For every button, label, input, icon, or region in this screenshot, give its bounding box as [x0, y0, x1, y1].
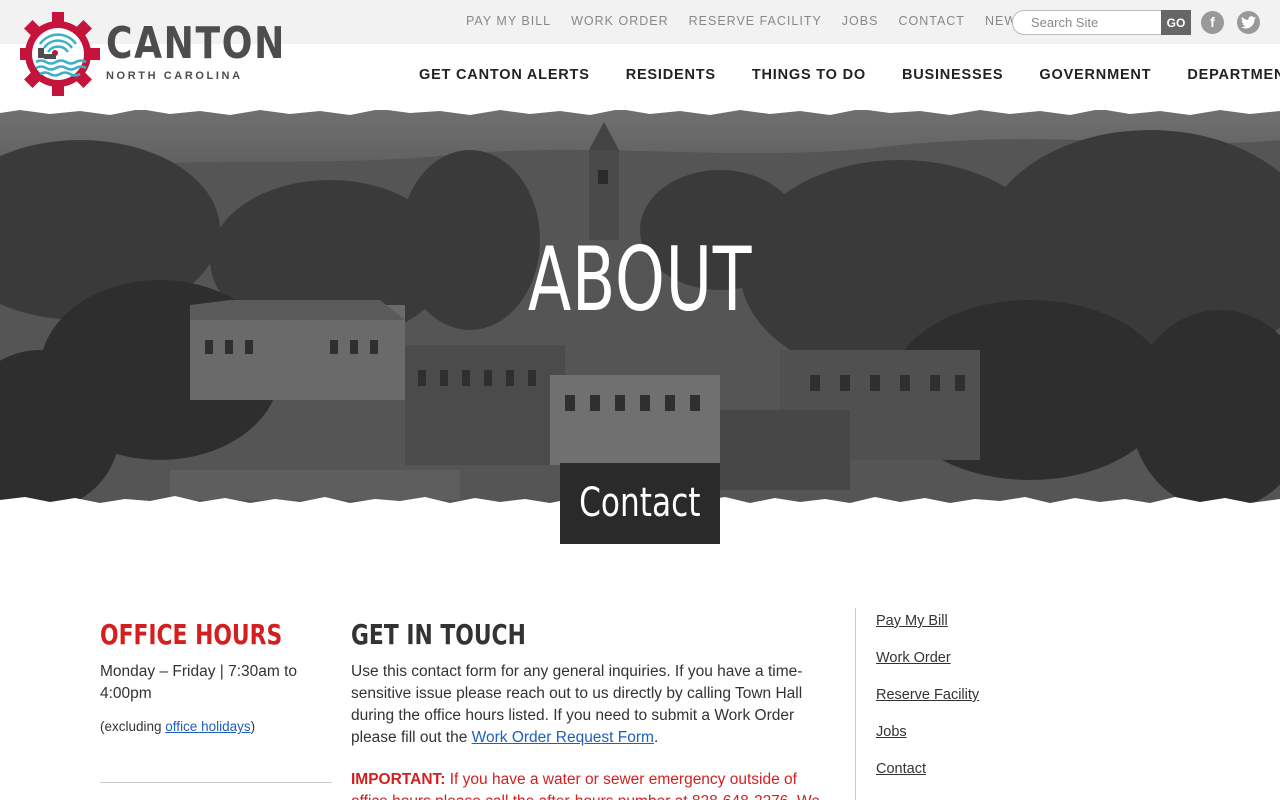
- section-title-tab: Contact: [560, 463, 720, 544]
- intro-end: .: [653, 729, 659, 746]
- office-hours-note: (excluding office holidays): [100, 719, 332, 734]
- logo-name: CANTON: [106, 18, 286, 69]
- util-link-pay-my-bill[interactable]: PAY MY BILL: [466, 14, 551, 28]
- nav-businesses[interactable]: BUSINESSES: [902, 67, 1003, 83]
- search-go-button[interactable]: GO: [1161, 10, 1191, 35]
- util-link-jobs[interactable]: JOBS: [842, 14, 879, 28]
- search-input[interactable]: [1012, 10, 1162, 35]
- twitter-bird-glyph: [1241, 16, 1256, 29]
- important-notice: IMPORTANT: If you have a water or sewer …: [351, 769, 831, 800]
- gear-logo-icon: [16, 12, 100, 96]
- get-in-touch-column: GET IN TOUCH Use this contact form for a…: [351, 618, 831, 800]
- contact-intro: Use this contact form for any general in…: [351, 661, 831, 749]
- facebook-icon[interactable]: f: [1201, 11, 1224, 34]
- office-hours-heading: OFFICE HOURS: [100, 618, 283, 651]
- nav-things-to-do[interactable]: THINGS TO DO: [752, 67, 866, 83]
- site-search: GO: [1012, 10, 1192, 35]
- sidebar-link-pay-my-bill[interactable]: Pay My Bill: [876, 612, 1055, 631]
- hero-title: ABOUT: [527, 228, 753, 331]
- note-prefix: (excluding: [100, 719, 166, 734]
- column-divider: [100, 782, 332, 783]
- important-label: IMPORTANT:: [351, 771, 446, 788]
- sidebar-link-jobs[interactable]: Jobs: [876, 723, 1055, 742]
- util-link-contact[interactable]: CONTACT: [898, 14, 965, 28]
- utility-nav: PAY MY BILL WORK ORDER RESERVE FACILITY …: [466, 14, 1046, 28]
- sidebar-link-contact[interactable]: Contact: [876, 760, 1055, 779]
- section-title: Contact: [579, 480, 701, 526]
- torn-edge-top: [0, 106, 1280, 115]
- nav-departments[interactable]: DEPARTMENTS: [1187, 67, 1280, 83]
- nav-government[interactable]: GOVERNMENT: [1039, 67, 1151, 83]
- util-link-reserve-facility[interactable]: RESERVE FACILITY: [689, 14, 822, 28]
- office-hours-text: Monday – Friday | 7:30am to 4:00pm: [100, 663, 298, 702]
- sidebar-quick-links: Pay My Bill Work Order Reserve Facility …: [855, 608, 1055, 800]
- office-hours-column: OFFICE HOURS Monday – Friday | 7:30am to…: [100, 618, 332, 783]
- sidebar-link-reserve-facility[interactable]: Reserve Facility: [876, 686, 1055, 705]
- logo-wordmark: CANTON NORTH CAROLINA: [106, 18, 325, 83]
- util-link-work-order[interactable]: WORK ORDER: [571, 14, 669, 28]
- nav-get-canton-alerts[interactable]: GET CANTON ALERTS: [419, 67, 590, 83]
- work-order-form-link[interactable]: Work Order Request Form: [472, 729, 654, 746]
- nav-residents[interactable]: RESIDENTS: [626, 67, 716, 83]
- main-nav: GET CANTON ALERTS RESIDENTS THINGS TO DO…: [419, 67, 1280, 83]
- office-holidays-link[interactable]: office holidays: [165, 719, 250, 734]
- sidebar-link-work-order[interactable]: Work Order: [876, 649, 1055, 668]
- site-logo[interactable]: CANTON NORTH CAROLINA: [16, 12, 284, 98]
- twitter-icon[interactable]: [1237, 11, 1260, 34]
- get-in-touch-heading: GET IN TOUCH: [351, 618, 526, 651]
- logo-subtitle: NORTH CAROLINA: [106, 70, 243, 82]
- note-suffix: ): [250, 719, 256, 734]
